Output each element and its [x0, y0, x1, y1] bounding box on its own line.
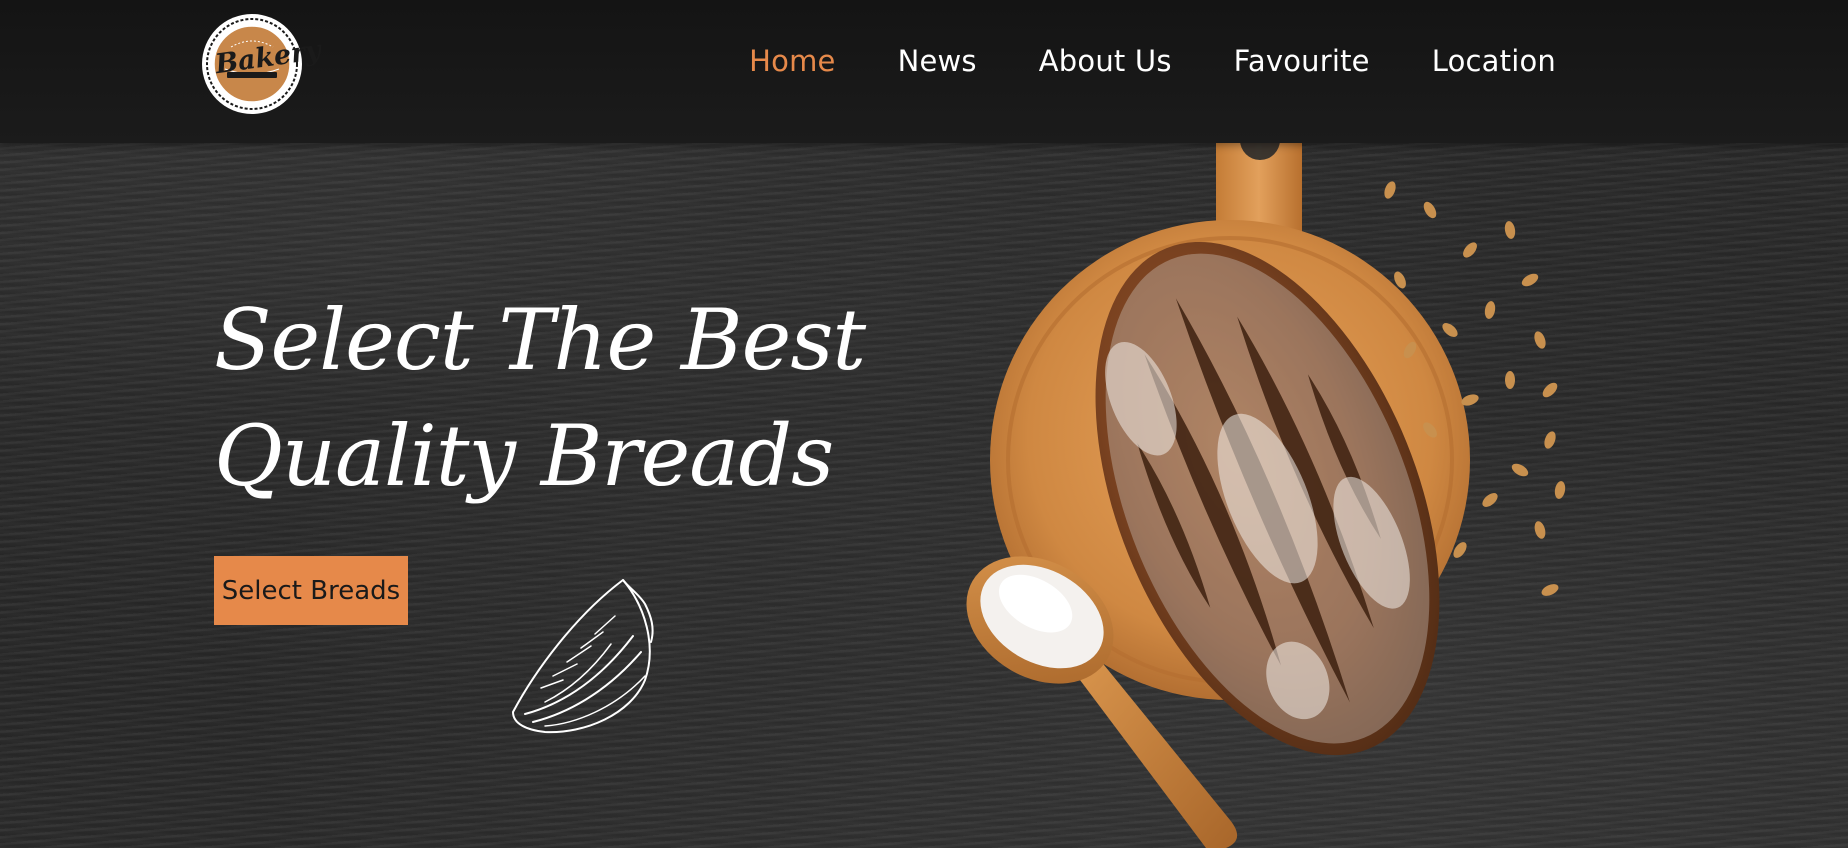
nav-item-favourite[interactable]: Favourite	[1234, 44, 1370, 78]
hero-title: Select The Best Quality Breads	[214, 282, 866, 514]
main-nav: Home News About Us Favourite Location	[749, 44, 1556, 78]
hero-title-line-1: Select The Best	[214, 291, 866, 389]
bread-on-board-illustration	[930, 100, 1630, 848]
nav-item-location[interactable]: Location	[1432, 44, 1556, 78]
site-header: Bakery Home News About Us Favourite Loca…	[0, 0, 1848, 143]
select-breads-button[interactable]: Select Breads	[214, 556, 408, 625]
page: Bakery Home News About Us Favourite Loca…	[0, 0, 1848, 848]
nav-item-about-us[interactable]: About Us	[1039, 44, 1172, 78]
dumpling-sketch-icon	[505, 576, 660, 740]
nav-item-news[interactable]: News	[898, 44, 977, 78]
nav-item-home[interactable]: Home	[749, 44, 835, 78]
hero-title-line-2: Quality Breads	[214, 407, 834, 505]
